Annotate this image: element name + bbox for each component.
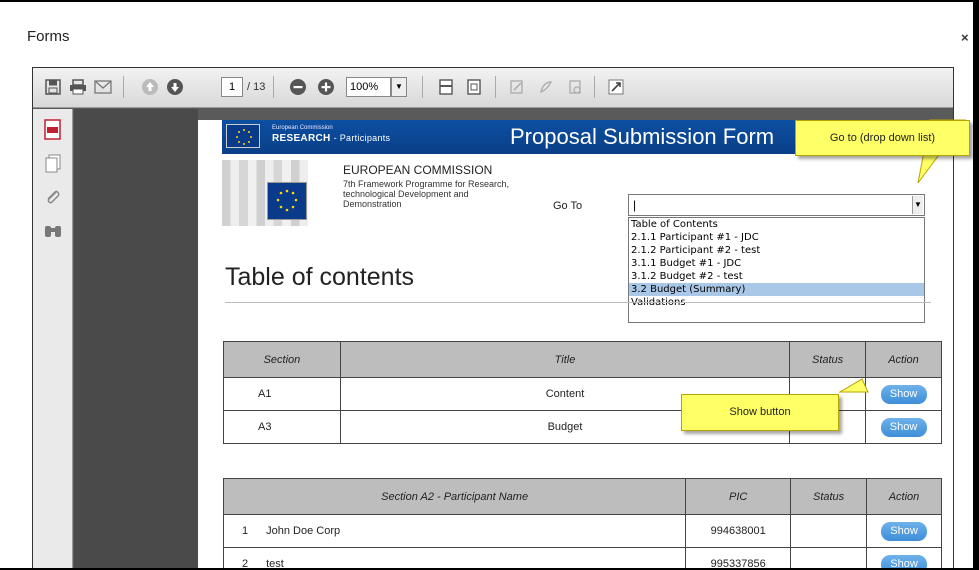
- forms-dialog: Forms × 1 / 13 100% ▼ European Commissio…: [0, 0, 979, 570]
- frame-border: [0, 0, 979, 2]
- show-callout-pointer: [838, 378, 869, 393]
- frame-border: [973, 0, 979, 570]
- goto-callout: Go to (drop down list): [795, 120, 970, 156]
- callout-pointers: [838, 119, 966, 393]
- show-button-callout: Show button: [681, 394, 839, 431]
